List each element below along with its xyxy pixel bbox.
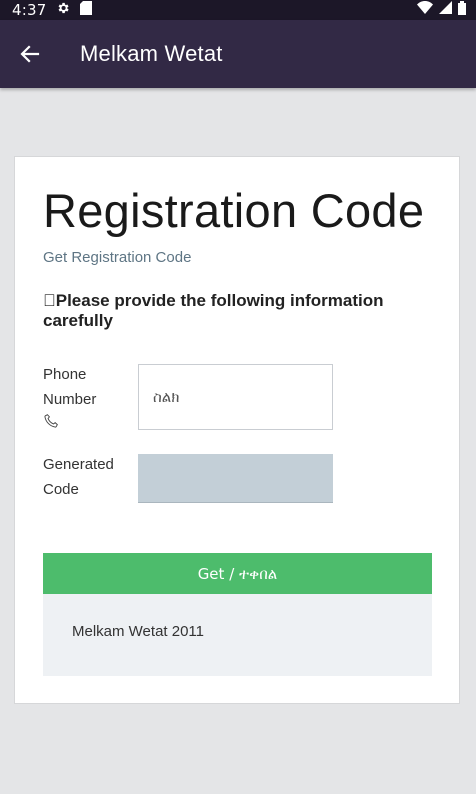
status-bar: 4:37 [0,0,476,20]
footer-text: Melkam Wetat 2011 [72,623,205,640]
status-right-icons [417,0,466,20]
footer-box: Melkam Wetat 2011 [43,594,432,676]
settings-icon [56,1,70,20]
app-title: Melkam Wetat [80,41,223,66]
wifi-icon [417,1,433,19]
phone-icon [43,412,113,434]
signal-icon [439,1,452,19]
registration-card: Registration Code Get Registration Code … [14,156,460,704]
arrow-left-icon[interactable] [14,38,46,70]
generated-code-label: Generated Code [43,456,114,498]
status-time: 4:37 [12,1,47,19]
generated-code-field[interactable] [138,454,333,503]
status-left-icons [56,0,93,20]
phone-number-input[interactable] [138,364,333,430]
instruction-text:  Please provide the following informatio… [43,291,384,330]
phone-number-label-text: Phone Number [43,366,97,408]
get-registration-code-link[interactable]: Get Registration Code [43,249,191,266]
sd-card-icon [80,0,93,20]
battery-icon [458,0,466,20]
phone-number-label: Phone Number [43,362,113,434]
app-bar: Melkam Wetat [0,20,476,88]
get-button[interactable]: Get / ተቀበል [43,553,432,594]
page-heading: Registration Code [43,184,425,237]
